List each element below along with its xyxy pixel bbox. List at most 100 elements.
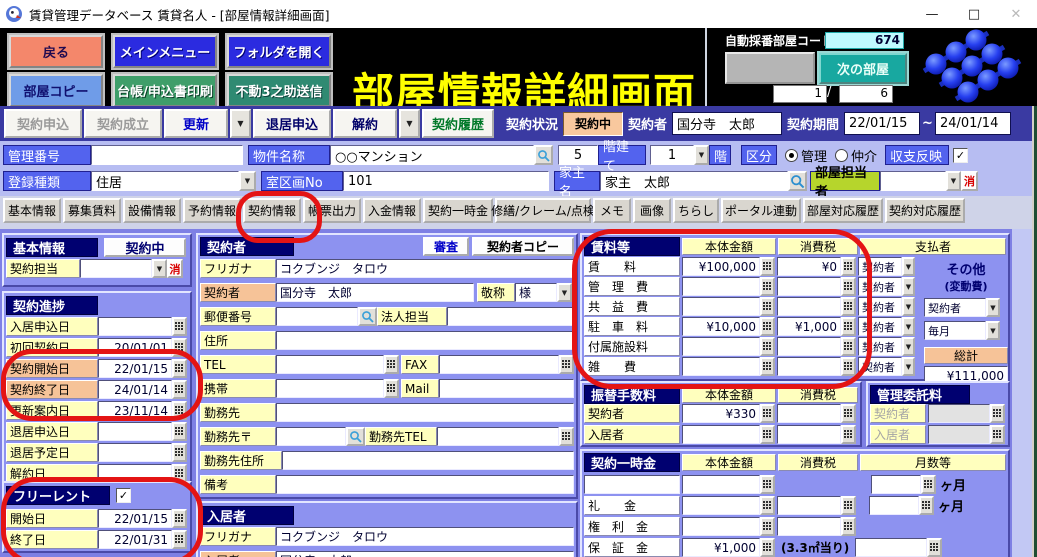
ledger-print-button[interactable]: 台帳/申込書印刷 bbox=[113, 74, 217, 107]
tax-field[interactable] bbox=[777, 517, 841, 536]
fax-dial-button[interactable] bbox=[559, 355, 574, 374]
workplace-field[interactable] bbox=[276, 403, 574, 422]
tel-dial-button[interactable] bbox=[384, 355, 399, 374]
amount-field[interactable] bbox=[682, 475, 760, 494]
calc-button[interactable] bbox=[841, 277, 856, 296]
payer-dropdown-icon[interactable]: ▼ bbox=[902, 337, 915, 356]
zip-field[interactable] bbox=[276, 307, 358, 326]
period-to-field[interactable]: 24/01/14 bbox=[935, 112, 1011, 135]
amount-field[interactable] bbox=[682, 277, 760, 296]
contract-history-button[interactable]: 契約履歴 bbox=[422, 109, 494, 138]
balance-reflect-checkbox[interactable]: ✓ bbox=[953, 148, 968, 163]
tax-field[interactable] bbox=[777, 297, 841, 316]
free-rent-checkbox[interactable]: ✓ bbox=[116, 488, 131, 503]
tab-flyer[interactable]: ちらし bbox=[673, 198, 719, 223]
tax-field[interactable]: ¥0 bbox=[777, 257, 841, 276]
room-staff-clear-button[interactable]: 消 bbox=[961, 171, 978, 191]
calc-button[interactable] bbox=[841, 404, 856, 423]
tab-memo[interactable]: メモ bbox=[593, 198, 631, 223]
open-folder-button[interactable]: フォルダを開く bbox=[227, 35, 331, 68]
tab-reservation-info[interactable]: 予約情報 bbox=[183, 198, 241, 223]
terminate-dropdown-icon[interactable]: ▼ bbox=[399, 109, 420, 138]
calc-button[interactable] bbox=[760, 404, 775, 423]
room-staff-dropdown-icon[interactable]: ▼ bbox=[946, 171, 961, 191]
payer-field[interactable]: 契約者 bbox=[858, 337, 902, 356]
honorific-dropdown-icon[interactable]: ▼ bbox=[557, 283, 572, 302]
date-field[interactable]: 20/01/01 bbox=[98, 338, 172, 357]
division-manage-radio[interactable] bbox=[785, 149, 798, 162]
tax-field[interactable] bbox=[777, 337, 841, 356]
blank-button[interactable] bbox=[725, 52, 815, 84]
back-button[interactable]: 戻る bbox=[9, 35, 103, 68]
mail-field[interactable] bbox=[439, 379, 574, 398]
division-broker-radio[interactable] bbox=[835, 149, 848, 162]
zip-search-icon[interactable] bbox=[358, 307, 377, 326]
reg-type-dropdown-icon[interactable]: ▼ bbox=[239, 171, 256, 191]
workplace-tel-dial-button[interactable] bbox=[559, 427, 574, 446]
contractor-name-field[interactable]: 国分寺 太郎 bbox=[672, 112, 782, 135]
payer-field[interactable]: 契約者 bbox=[858, 297, 902, 316]
renew-dropdown-icon[interactable]: ▼ bbox=[230, 109, 251, 138]
tax-field[interactable] bbox=[777, 496, 841, 515]
contract-status-button[interactable]: 契約中 bbox=[104, 238, 186, 257]
address-field[interactable] bbox=[276, 331, 574, 350]
property-search-icon[interactable] bbox=[534, 145, 553, 165]
date-field[interactable] bbox=[98, 317, 172, 336]
contractor-copy-button[interactable]: 契約者コピー bbox=[472, 237, 574, 256]
floor-field[interactable]: 1 bbox=[650, 145, 694, 165]
tenant-furigana-field[interactable]: コクブンジ タロウ bbox=[276, 527, 574, 546]
mobile-dial-button[interactable] bbox=[384, 379, 399, 398]
payer-dropdown-icon[interactable]: ▼ bbox=[902, 317, 915, 336]
other-cycle-field[interactable]: 毎月 bbox=[924, 321, 986, 340]
tax-field[interactable] bbox=[777, 404, 841, 423]
tab-room-response-history[interactable]: 部屋対応履歴 bbox=[803, 198, 883, 223]
payer-field[interactable]: 契約者 bbox=[858, 277, 902, 296]
contract-staff-clear-button[interactable]: 消 bbox=[167, 259, 183, 278]
calendar-button[interactable] bbox=[172, 338, 187, 357]
owner-search-icon[interactable] bbox=[788, 171, 807, 191]
mobile-field[interactable] bbox=[276, 379, 384, 398]
contract-staff-dropdown-icon[interactable]: ▼ bbox=[152, 259, 167, 278]
corp-contact-field[interactable] bbox=[447, 307, 574, 326]
calc-button[interactable] bbox=[760, 496, 775, 515]
tel-field[interactable] bbox=[276, 355, 384, 374]
date-field[interactable]: 22/01/31 bbox=[98, 530, 172, 549]
amount-field[interactable] bbox=[682, 517, 760, 536]
other-cycle-dropdown-icon[interactable]: ▼ bbox=[986, 321, 1000, 340]
mgmt-no-field[interactable] bbox=[91, 145, 243, 165]
amount-field[interactable] bbox=[682, 425, 760, 444]
property-name-field[interactable]: ○○マンション bbox=[330, 145, 534, 165]
payer-dropdown-icon[interactable]: ▼ bbox=[902, 277, 915, 296]
terminate-button[interactable]: 解約 bbox=[333, 109, 397, 138]
calendar-button[interactable] bbox=[172, 359, 187, 378]
workplace-zip-search-icon[interactable] bbox=[346, 427, 365, 446]
tab-repair-claim-inspection[interactable]: 修繕/クレーム/点検 bbox=[495, 198, 591, 223]
calc-button[interactable] bbox=[760, 337, 775, 356]
calc-button[interactable] bbox=[841, 357, 856, 376]
calc-button[interactable] bbox=[760, 297, 775, 316]
calc-button[interactable] bbox=[760, 475, 775, 494]
payer-field[interactable]: 契約者 bbox=[858, 257, 902, 276]
tab-recruit-rent[interactable]: 募集賃料 bbox=[63, 198, 121, 223]
maximize-button[interactable]: □ bbox=[953, 1, 995, 27]
renew-button[interactable]: 更新 bbox=[164, 109, 228, 138]
contractor-name-field[interactable]: 国分寺 太郎 bbox=[276, 283, 474, 302]
calendar-button[interactable] bbox=[172, 443, 187, 462]
payer-dropdown-icon[interactable]: ▼ bbox=[902, 257, 915, 276]
minimize-button[interactable]: — bbox=[911, 1, 953, 27]
tab-payment-info[interactable]: 入金情報 bbox=[363, 198, 421, 223]
amount-field[interactable] bbox=[682, 357, 760, 376]
moveout-apply-button[interactable]: 退居申込 bbox=[253, 109, 331, 138]
period-from-field[interactable]: 22/01/15 bbox=[844, 112, 920, 135]
months-field[interactable] bbox=[855, 538, 927, 557]
amount-field[interactable]: ¥330 bbox=[682, 404, 760, 423]
calc-button[interactable] bbox=[760, 257, 775, 276]
tax-field[interactable]: ¥1,000 bbox=[777, 317, 841, 336]
furigana-field[interactable]: コクブンジ タロウ bbox=[276, 259, 574, 278]
fax-field[interactable] bbox=[439, 355, 559, 374]
date-field[interactable]: 22/01/15 bbox=[98, 509, 172, 528]
tax-field[interactable] bbox=[777, 357, 841, 376]
calc-button[interactable] bbox=[841, 317, 856, 336]
date-field[interactable] bbox=[98, 422, 172, 441]
tenant-name-field[interactable]: 国分寺 太郎 bbox=[276, 551, 574, 557]
